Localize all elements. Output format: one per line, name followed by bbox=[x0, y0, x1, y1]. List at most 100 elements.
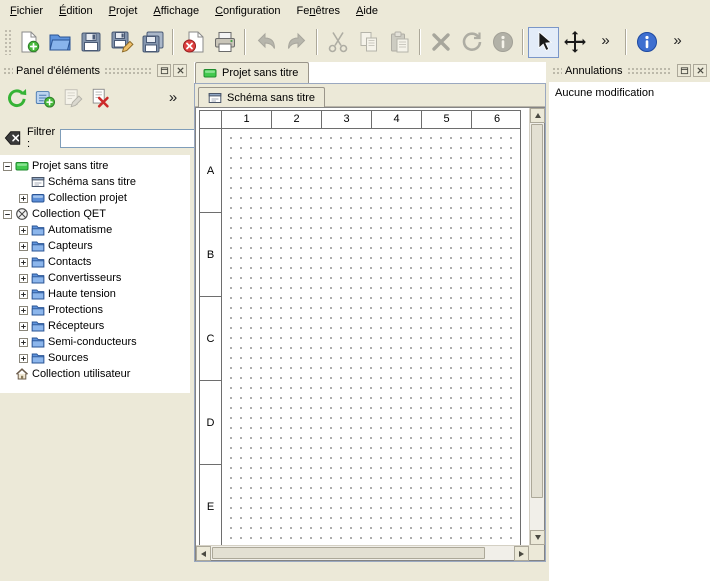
menu-aide[interactable]: Aide bbox=[348, 2, 386, 20]
elements-panel-float-button[interactable] bbox=[157, 64, 171, 77]
tree-item-automatisme[interactable]: Automatisme bbox=[0, 222, 190, 238]
redo-button[interactable] bbox=[281, 27, 312, 58]
elements-toolbar: » bbox=[0, 83, 190, 113]
tree-item-label: Collection projet bbox=[48, 192, 127, 204]
toolbar-extension-tools-button[interactable]: » bbox=[590, 27, 621, 58]
expander-plus-icon[interactable] bbox=[19, 306, 28, 315]
menu-fenetres[interactable]: Fenêtres bbox=[289, 2, 348, 20]
frame-body: ABCDE bbox=[200, 129, 520, 545]
menu-projet[interactable]: Projet bbox=[101, 2, 146, 20]
filter-input[interactable] bbox=[60, 129, 210, 148]
new-project-button[interactable] bbox=[13, 27, 44, 58]
expander-minus-icon[interactable] bbox=[3, 210, 12, 219]
expander-plus-icon[interactable] bbox=[19, 322, 28, 331]
expander-plus-icon[interactable] bbox=[19, 274, 28, 283]
open-project-button[interactable] bbox=[44, 27, 75, 58]
menu-configuration[interactable]: Configuration bbox=[207, 2, 288, 20]
reload-collections-button[interactable] bbox=[3, 84, 31, 112]
frame-corner bbox=[200, 111, 222, 128]
copy-button[interactable] bbox=[353, 27, 384, 58]
annulations-panel-header[interactable]: Annulations bbox=[549, 62, 710, 79]
vertical-scrollbar-thumb[interactable] bbox=[531, 124, 543, 498]
vertical-scrollbar-track[interactable] bbox=[530, 123, 544, 530]
tree-item-haute-tension[interactable]: Haute tension bbox=[0, 286, 190, 302]
expander-plus-icon[interactable] bbox=[19, 226, 28, 235]
folder-icon bbox=[31, 223, 45, 237]
new-file-icon bbox=[17, 30, 41, 54]
menu-affichage[interactable]: Affichage bbox=[145, 2, 207, 20]
horizontal-scrollbar[interactable] bbox=[196, 545, 529, 560]
expander-plus-icon[interactable] bbox=[19, 354, 28, 363]
close-file-button[interactable] bbox=[178, 27, 209, 58]
save-as-button[interactable] bbox=[106, 27, 137, 58]
tab-schema-sans-titre[interactable]: Schéma sans titre bbox=[198, 87, 325, 107]
menu-fichier[interactable]: Fichier bbox=[2, 2, 51, 20]
filter-label: Filtrer : bbox=[27, 126, 55, 150]
horizontal-scrollbar-track[interactable] bbox=[211, 546, 514, 560]
undo-icon bbox=[254, 30, 278, 54]
expander-plus-icon[interactable] bbox=[19, 258, 28, 267]
annulations-panel-close-button[interactable] bbox=[693, 64, 707, 77]
tree-item-protections[interactable]: Protections bbox=[0, 302, 190, 318]
scroll-right-button[interactable] bbox=[514, 546, 529, 561]
tree-item-schema-sans-titre[interactable]: Schéma sans titre bbox=[0, 174, 190, 190]
frame-row-headers: ABCDE bbox=[200, 129, 222, 545]
qet-icon bbox=[15, 207, 29, 221]
schema-icon bbox=[208, 91, 222, 105]
expander-plus-icon[interactable] bbox=[19, 338, 28, 347]
tab-projet-sans-titre[interactable]: Projet sans titre bbox=[195, 62, 309, 83]
save-button[interactable] bbox=[75, 27, 106, 58]
delete-button[interactable] bbox=[425, 27, 456, 58]
elements-panel-header[interactable]: Panel d'éléments bbox=[0, 62, 190, 79]
about-button[interactable] bbox=[631, 27, 662, 58]
tree-item-sources[interactable]: Sources bbox=[0, 350, 190, 366]
tree-item-projet-sans-titre[interactable]: Projet sans titre bbox=[0, 158, 190, 174]
new-element-button[interactable] bbox=[31, 84, 59, 112]
cut-icon bbox=[326, 30, 350, 54]
horizontal-scrollbar-thumb[interactable] bbox=[212, 547, 485, 559]
refresh-icon bbox=[6, 87, 28, 109]
conductor-info-button[interactable] bbox=[487, 27, 518, 58]
save-all-button[interactable] bbox=[137, 27, 168, 58]
rotate-button[interactable] bbox=[456, 27, 487, 58]
select-mode-button[interactable] bbox=[528, 27, 559, 58]
mdi-area: Projet sans titre Schéma sans titre 1234… bbox=[194, 62, 546, 562]
diagram-grid[interactable] bbox=[222, 129, 520, 545]
tree-item-capteurs[interactable]: Capteurs bbox=[0, 238, 190, 254]
menu-edition[interactable]: Édition bbox=[51, 2, 101, 20]
tree-item-semi-conducteurs[interactable]: Semi-conducteurs bbox=[0, 334, 190, 350]
pan-mode-button[interactable] bbox=[559, 27, 590, 58]
expander-minus-icon[interactable] bbox=[3, 162, 12, 171]
right-arrow-icon bbox=[519, 551, 524, 557]
menu-bar: FichierÉditionProjetAffichageConfigurati… bbox=[0, 0, 710, 22]
tree-item-label: Schéma sans titre bbox=[48, 176, 136, 188]
chevron-double-right-icon: » bbox=[594, 30, 618, 54]
print-button[interactable] bbox=[209, 27, 240, 58]
expander-spacer bbox=[3, 370, 12, 379]
panel-toolbar-extension-button[interactable]: » bbox=[159, 84, 187, 112]
edit-element-button[interactable] bbox=[59, 84, 87, 112]
cut-button[interactable] bbox=[322, 27, 353, 58]
elements-panel-close-button[interactable] bbox=[173, 64, 187, 77]
annulations-panel-float-button[interactable] bbox=[677, 64, 691, 77]
filter-clear-icon[interactable] bbox=[4, 129, 22, 147]
toolbar-extension-end-button[interactable]: » bbox=[662, 27, 693, 58]
undo-item[interactable]: Aucune modification bbox=[553, 85, 706, 101]
tree-item-collection-qet[interactable]: Collection QET bbox=[0, 206, 190, 222]
tree-item-convertisseurs[interactable]: Convertisseurs bbox=[0, 270, 190, 286]
expander-plus-icon[interactable] bbox=[19, 194, 28, 203]
vertical-scrollbar[interactable] bbox=[529, 108, 544, 545]
diagram-canvas[interactable]: 123456 ABCDE bbox=[196, 108, 529, 545]
tree-item-collection-projet[interactable]: Collection projet bbox=[0, 190, 190, 206]
scroll-left-button[interactable] bbox=[196, 546, 211, 561]
paste-button[interactable] bbox=[384, 27, 415, 58]
expander-plus-icon[interactable] bbox=[19, 242, 28, 251]
scroll-down-button[interactable] bbox=[530, 530, 545, 545]
undo-button[interactable] bbox=[250, 27, 281, 58]
tree-item-collection-utilisateur[interactable]: Collection utilisateur bbox=[0, 366, 190, 382]
delete-element-button[interactable] bbox=[87, 84, 115, 112]
expander-plus-icon[interactable] bbox=[19, 290, 28, 299]
tree-item-contacts[interactable]: Contacts bbox=[0, 254, 190, 270]
scroll-up-button[interactable] bbox=[530, 108, 545, 123]
tree-item-recepteurs[interactable]: Récepteurs bbox=[0, 318, 190, 334]
